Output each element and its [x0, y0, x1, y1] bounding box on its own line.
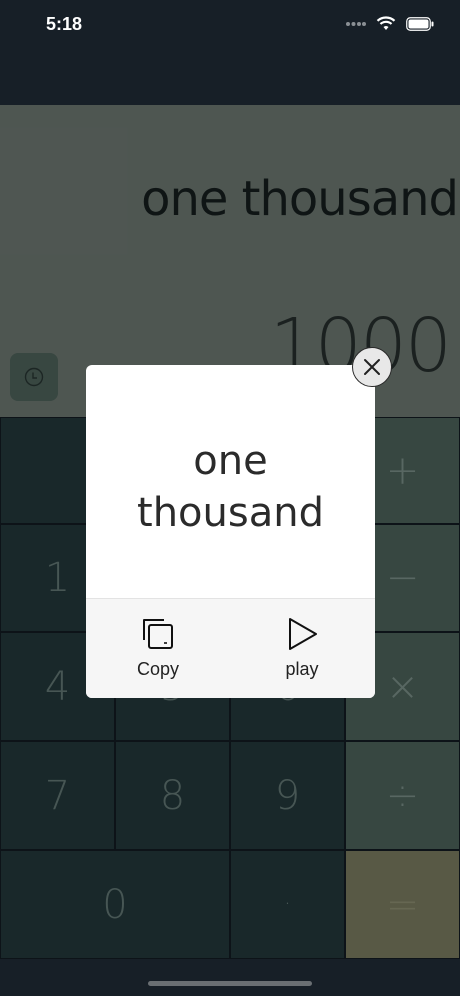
home-indicator[interactable] [148, 981, 312, 986]
dialog-words-text: one thousand [86, 435, 375, 539]
dialog-words-line-1: one [193, 438, 268, 484]
dialog-words-line-2: thousand [137, 490, 324, 536]
number-words-dialog: one thousand Copy play [86, 365, 375, 698]
dialog-close-button[interactable] [352, 347, 392, 387]
signal-dots-icon [346, 21, 366, 26]
status-icons [346, 16, 434, 31]
dialog-actions: Copy play [86, 598, 375, 698]
play-button[interactable]: play [230, 599, 374, 698]
play-icon [289, 618, 317, 650]
close-icon [364, 359, 380, 375]
status-bar: 5:18 [0, 0, 460, 52]
wifi-icon [376, 16, 396, 30]
status-time: 5:18 [46, 14, 83, 34]
copy-label: Copy [136, 659, 180, 679]
copy-icon [143, 619, 173, 649]
copy-button[interactable]: Copy [86, 599, 230, 698]
play-label: play [285, 659, 319, 679]
battery-icon [406, 16, 434, 31]
